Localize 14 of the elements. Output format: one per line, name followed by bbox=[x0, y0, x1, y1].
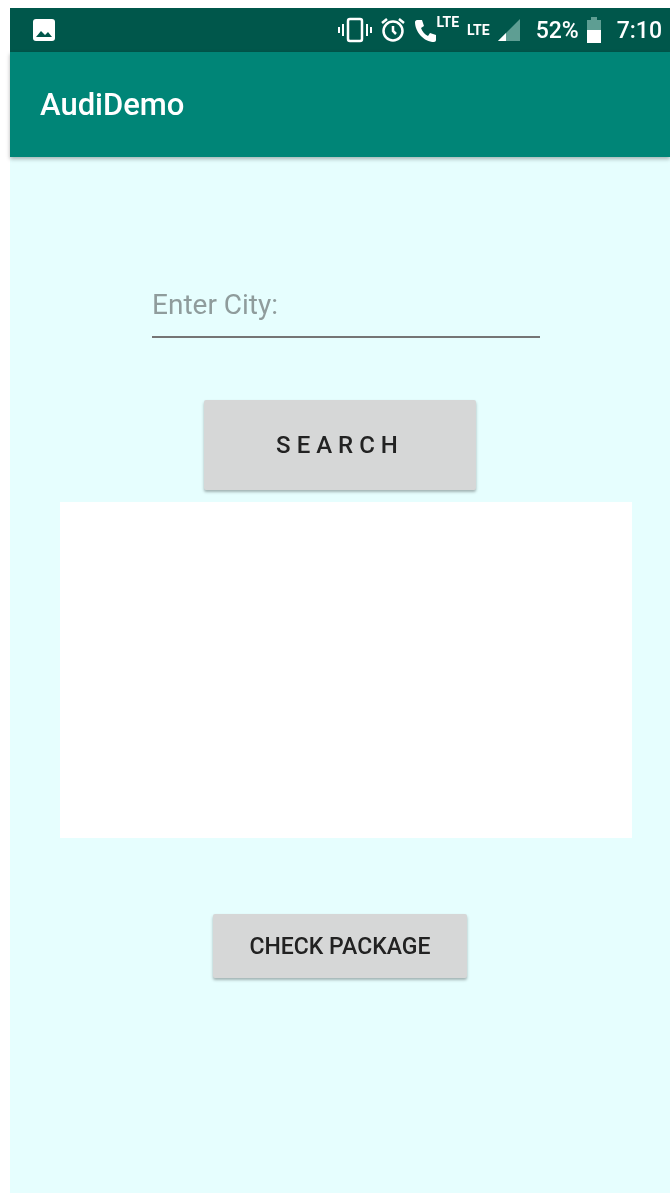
image-icon bbox=[32, 18, 56, 42]
clock-time: 7:10 bbox=[616, 16, 662, 44]
app-title: AudiDemo bbox=[40, 86, 185, 123]
network-label: LTE bbox=[467, 22, 490, 38]
battery-percent: 52% bbox=[535, 16, 579, 44]
search-button[interactable]: SEARCH bbox=[204, 400, 476, 490]
check-package-button[interactable]: CHECK PACKAGE bbox=[213, 914, 467, 978]
phone-icon bbox=[414, 18, 437, 42]
city-input-field[interactable]: Enter City: bbox=[152, 282, 540, 338]
signal-icon bbox=[497, 19, 520, 41]
alarm-icon bbox=[380, 17, 407, 43]
call-network-label: LTE bbox=[436, 14, 460, 30]
vibrate-icon bbox=[338, 17, 373, 43]
battery-icon bbox=[586, 17, 601, 43]
